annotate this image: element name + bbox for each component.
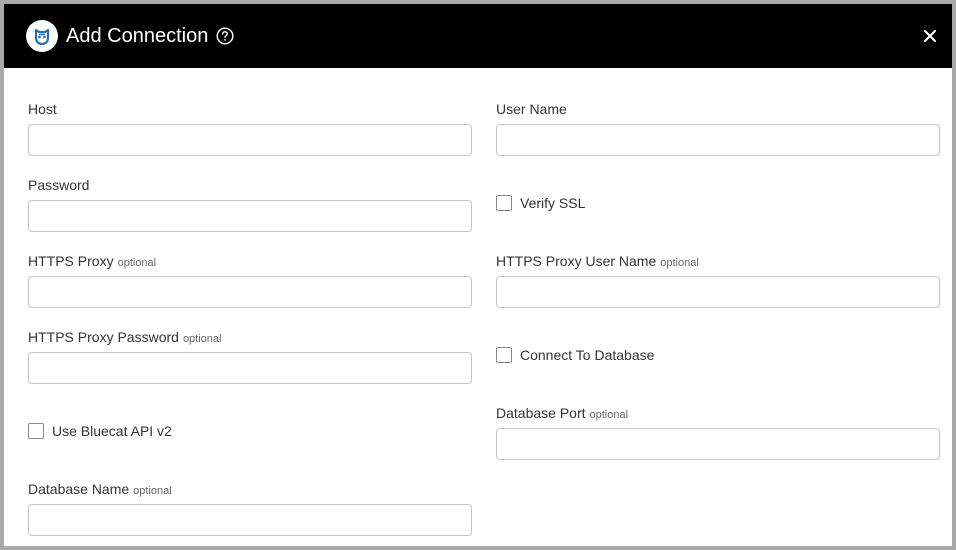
https-proxy-password-input[interactable] bbox=[28, 352, 472, 384]
verify-ssl-label: Verify SSL bbox=[520, 195, 586, 211]
https-proxy-user-name-input[interactable] bbox=[496, 276, 940, 308]
database-port-input[interactable] bbox=[496, 428, 940, 460]
https-proxy-label: HTTPS Proxy optional bbox=[28, 252, 156, 272]
connect-to-database-label: Connect To Database bbox=[520, 347, 655, 363]
optional-tag: optional bbox=[660, 257, 699, 269]
database-port-label: Database Port optional bbox=[496, 404, 628, 424]
user-name-label-text: User Name bbox=[496, 101, 567, 117]
database-port-label-text: Database Port bbox=[496, 405, 586, 421]
use-bluecat-api-v2-checkbox-box[interactable] bbox=[28, 423, 44, 439]
add-connection-dialog: Add Connection Host User Name Password V… bbox=[0, 0, 956, 550]
database-name-label: Database Name optional bbox=[28, 480, 172, 500]
https-proxy-user-name-label: HTTPS Proxy User Name optional bbox=[496, 252, 699, 272]
database-name-label-text: Database Name bbox=[28, 481, 130, 497]
https-proxy-user-name-label-text: HTTPS Proxy User Name bbox=[496, 253, 657, 269]
host-label: Host bbox=[28, 100, 57, 118]
optional-tag: optional bbox=[589, 409, 629, 421]
host-label-text: Host bbox=[28, 101, 57, 117]
connect-to-database-checkbox-box[interactable] bbox=[496, 347, 512, 363]
https-proxy-label-text: HTTPS Proxy bbox=[28, 253, 114, 269]
https-proxy-input[interactable] bbox=[28, 276, 472, 308]
password-label: Password bbox=[28, 176, 89, 194]
user-name-label: User Name bbox=[496, 100, 567, 118]
use-bluecat-api-v2-label: Use Bluecat API v2 bbox=[52, 423, 172, 439]
https-proxy-password-label-text: HTTPS Proxy Password bbox=[28, 329, 179, 345]
password-label-text: Password bbox=[28, 177, 90, 193]
close-icon bbox=[924, 30, 936, 42]
https-proxy-password-label: HTTPS Proxy Password optional bbox=[28, 328, 221, 348]
database-name-input[interactable] bbox=[28, 504, 472, 536]
host-input[interactable] bbox=[28, 124, 472, 156]
close-button[interactable] bbox=[918, 24, 942, 48]
dialog-header: Add Connection bbox=[4, 4, 952, 68]
optional-tag: optional bbox=[133, 485, 172, 497]
password-input[interactable] bbox=[28, 200, 472, 232]
optional-tag: optional bbox=[117, 257, 157, 269]
optional-tag: optional bbox=[182, 333, 222, 345]
dialog-title: Add Connection bbox=[66, 25, 209, 47]
help-circle-icon[interactable] bbox=[216, 27, 234, 45]
bluecat-logo-icon bbox=[26, 20, 58, 52]
verify-ssl-checkbox-box[interactable] bbox=[496, 195, 512, 211]
user-name-input[interactable] bbox=[496, 124, 940, 156]
